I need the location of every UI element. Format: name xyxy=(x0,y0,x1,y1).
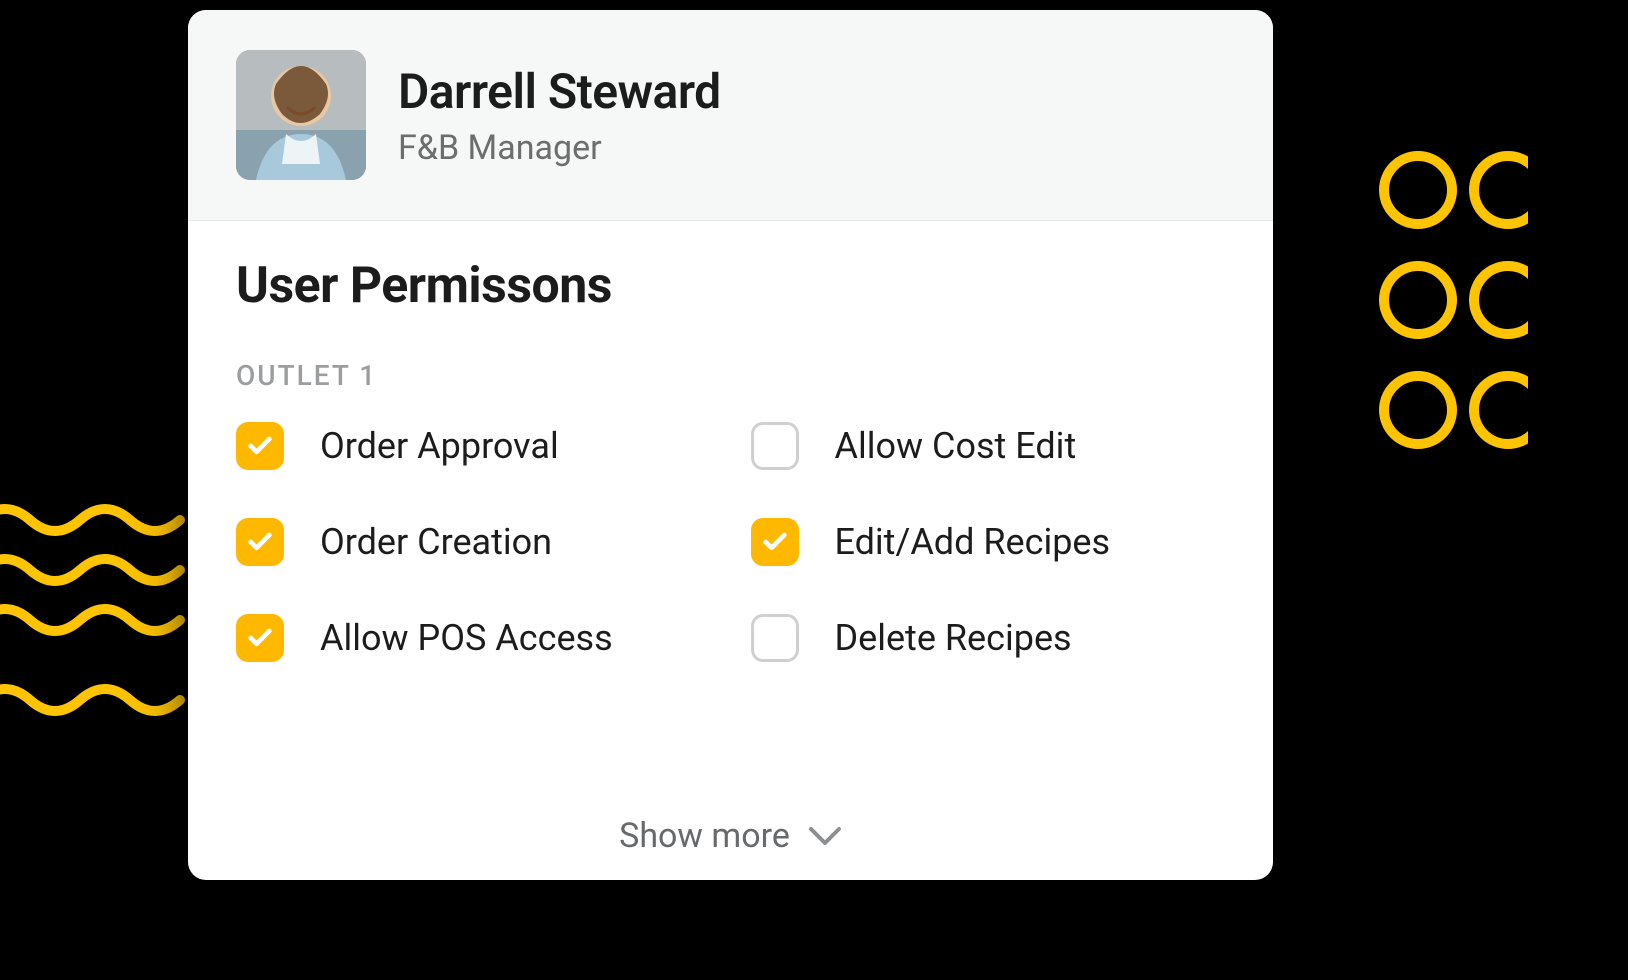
checkbox-order-creation[interactable] xyxy=(236,518,284,566)
permissions-grid: Order Approval Allow Cost Edit Order Cre… xyxy=(236,422,1225,662)
checkbox-edit-add-recipes[interactable] xyxy=(751,518,799,566)
checkbox-allow-pos-access[interactable] xyxy=(236,614,284,662)
check-icon xyxy=(246,432,274,460)
card-body: User Permissons OUTLET 1 Order Approval … xyxy=(188,221,1273,880)
permission-delete-recipes: Delete Recipes xyxy=(751,614,1226,662)
permission-edit-add-recipes: Edit/Add Recipes xyxy=(751,518,1226,566)
permissions-card: Darrell Steward F&B Manager User Permiss… xyxy=(188,10,1273,880)
user-meta: Darrell Steward F&B Manager xyxy=(398,63,721,168)
show-more-label: Show more xyxy=(619,816,790,856)
show-more-button[interactable]: Show more xyxy=(236,776,1225,856)
decorative-circles xyxy=(1248,150,1528,450)
check-icon xyxy=(246,528,274,556)
decorative-waves xyxy=(0,500,200,720)
permission-label: Delete Recipes xyxy=(835,617,1072,659)
permission-order-approval: Order Approval xyxy=(236,422,711,470)
checkbox-order-approval[interactable] xyxy=(236,422,284,470)
permission-allow-pos-access: Allow POS Access xyxy=(236,614,711,662)
permission-label: Allow Cost Edit xyxy=(835,425,1077,467)
permission-label: Order Creation xyxy=(320,521,552,563)
permission-allow-cost-edit: Allow Cost Edit xyxy=(751,422,1226,470)
permission-label: Edit/Add Recipes xyxy=(835,521,1111,563)
outlet-label: OUTLET 1 xyxy=(236,359,1225,392)
section-title: User Permissons xyxy=(236,257,1225,315)
avatar xyxy=(236,50,366,180)
permission-label: Allow POS Access xyxy=(320,617,613,659)
user-role: F&B Manager xyxy=(398,128,721,168)
check-icon xyxy=(761,528,789,556)
checkbox-allow-cost-edit[interactable] xyxy=(751,422,799,470)
chevron-down-icon xyxy=(808,825,842,847)
check-icon xyxy=(246,624,274,652)
permission-order-creation: Order Creation xyxy=(236,518,711,566)
user-name: Darrell Steward xyxy=(398,63,721,120)
checkbox-delete-recipes[interactable] xyxy=(751,614,799,662)
card-header: Darrell Steward F&B Manager xyxy=(188,10,1273,221)
permission-label: Order Approval xyxy=(320,425,559,467)
